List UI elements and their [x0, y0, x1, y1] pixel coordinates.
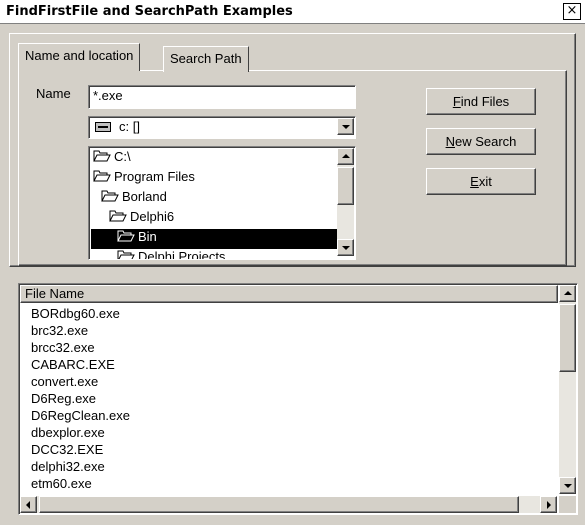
- drive-icon: [95, 122, 111, 132]
- scroll-right-button[interactable]: [540, 496, 557, 513]
- results-list[interactable]: File Name BORdbg60.exe brc32.exe brcc32.…: [18, 283, 578, 515]
- directory-list[interactable]: C:\ Program Files Borland Delphi6 Bin De…: [88, 146, 356, 260]
- directory-item-label: Borland: [122, 189, 167, 204]
- directory-item-label: Delphi Projects: [138, 249, 226, 260]
- directory-item[interactable]: C:\: [93, 149, 131, 169]
- tab-search-path[interactable]: Search Path: [163, 46, 249, 72]
- tab-name-and-location-label: Name and location: [25, 48, 134, 63]
- exit-mnemonic: E: [470, 174, 479, 189]
- directory-item[interactable]: Delphi Projects: [117, 249, 226, 260]
- arrow-down-icon: [342, 246, 350, 250]
- close-icon: ×: [566, 3, 578, 18]
- directory-item-selected[interactable]: Bin: [91, 229, 337, 249]
- drive-combo[interactable]: c: []: [88, 116, 356, 139]
- list-item[interactable]: D6Reg.exe: [31, 391, 96, 408]
- exit-button[interactable]: Exit: [426, 168, 536, 195]
- open-folder-icon: [93, 170, 111, 182]
- arrow-up-icon: [342, 154, 350, 158]
- scroll-thumb-horizontal[interactable]: [39, 496, 519, 513]
- app-window: FindFirstFile and SearchPath Examples × …: [0, 0, 585, 525]
- name-label: Name: [36, 86, 71, 101]
- open-folder-icon: [101, 190, 119, 202]
- arrow-down-icon: [564, 484, 572, 488]
- open-folder-icon: [117, 250, 135, 259]
- list-item[interactable]: convert.exe: [31, 374, 98, 391]
- scroll-up-button[interactable]: [337, 148, 354, 165]
- drive-combo-dropdown-button[interactable]: [337, 118, 354, 135]
- directory-item[interactable]: Delphi6: [109, 209, 174, 229]
- title-bar[interactable]: FindFirstFile and SearchPath Examples ×: [0, 0, 585, 24]
- name-input[interactable]: *.exe: [88, 85, 356, 109]
- open-folder-icon: [109, 210, 127, 222]
- list-item[interactable]: BORdbg60.exe: [31, 306, 120, 323]
- open-folder-icon: [117, 230, 135, 242]
- window-title: FindFirstFile and SearchPath Examples: [6, 4, 293, 19]
- name-input-value: *.exe: [93, 88, 123, 103]
- column-header-label: File Name: [25, 286, 85, 301]
- tab-name-and-location[interactable]: Name and location: [18, 43, 141, 71]
- arrow-up-icon: [564, 291, 572, 295]
- arrow-right-icon: [547, 501, 551, 509]
- drive-combo-value: c: []: [119, 119, 140, 134]
- new-search-mnemonic: N: [445, 134, 455, 149]
- results-horizontal-scrollbar[interactable]: [20, 496, 557, 513]
- chevron-down-icon: [342, 125, 350, 129]
- scroll-down-button[interactable]: [337, 239, 354, 256]
- scroll-up-button[interactable]: [559, 285, 576, 302]
- list-item[interactable]: CABARC.EXE: [31, 357, 115, 374]
- directory-item-label: Program Files: [114, 169, 195, 184]
- list-item[interactable]: DCC32.EXE: [31, 442, 103, 459]
- directory-item[interactable]: Program Files: [93, 169, 195, 189]
- find-files-label: ind Files: [460, 94, 510, 109]
- list-item[interactable]: D6RegClean.exe: [31, 408, 130, 425]
- directory-item[interactable]: Borland: [101, 189, 167, 209]
- directory-list-scrollbar[interactable]: [337, 148, 354, 256]
- scroll-left-button[interactable]: [20, 496, 37, 513]
- find-files-mnemonic: F: [452, 94, 461, 109]
- directory-item-label: Bin: [138, 229, 157, 244]
- scroll-down-button[interactable]: [559, 477, 576, 494]
- arrow-left-icon: [26, 501, 30, 509]
- directory-item-label: C:\: [114, 149, 131, 164]
- list-item[interactable]: delphi32.exe: [31, 459, 105, 476]
- tab-search-path-label: Search Path: [170, 51, 242, 66]
- exit-label: xit: [478, 174, 492, 189]
- scroll-thumb[interactable]: [559, 304, 576, 372]
- directory-item-label: Delphi6: [130, 209, 175, 224]
- new-search-button[interactable]: New Search: [426, 128, 536, 155]
- list-item[interactable]: etm60.exe: [31, 476, 92, 490]
- open-folder-icon: [93, 150, 111, 162]
- new-search-label: ew Search: [454, 134, 517, 149]
- scroll-thumb[interactable]: [337, 167, 354, 205]
- close-button[interactable]: ×: [563, 3, 581, 20]
- find-files-button[interactable]: Find Files: [426, 88, 536, 115]
- results-vertical-scrollbar[interactable]: [559, 285, 576, 494]
- column-header-file-name[interactable]: File Name: [20, 285, 558, 303]
- list-item[interactable]: dbexplor.exe: [31, 425, 105, 442]
- list-item[interactable]: brc32.exe: [31, 323, 88, 340]
- scrollbar-corner: [559, 496, 576, 513]
- list-item[interactable]: brcc32.exe: [31, 340, 95, 357]
